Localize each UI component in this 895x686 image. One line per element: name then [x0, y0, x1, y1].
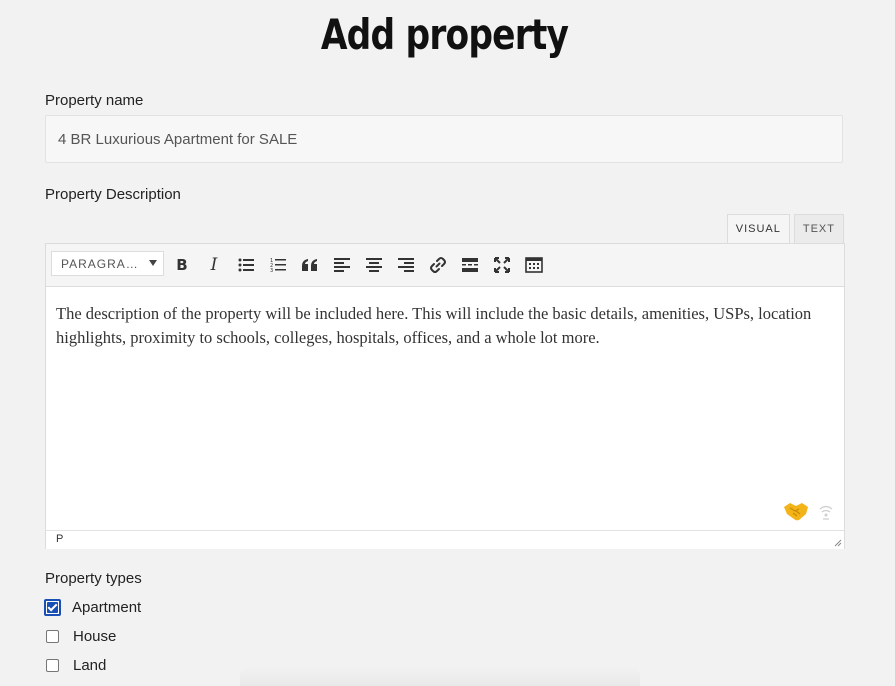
property-type-option[interactable]: House: [45, 626, 116, 646]
land-checkbox[interactable]: [46, 658, 59, 672]
grammar-check-icon[interactable]: [819, 504, 833, 520]
property-type-option[interactable]: Land: [45, 655, 106, 675]
format-select-value: PARAGRA…: [61, 256, 139, 271]
editor-toolbar: PARAGRA… B I 1 2 3: [46, 244, 844, 287]
numbered-list-icon: 1 2 3: [270, 258, 286, 272]
svg-text:3: 3: [270, 268, 273, 272]
resize-handle-icon[interactable]: [834, 539, 842, 547]
element-path[interactable]: P: [56, 533, 63, 545]
chevron-down-icon: [149, 260, 157, 266]
align-left-button[interactable]: [329, 253, 355, 277]
numbered-list-button[interactable]: 1 2 3: [265, 253, 291, 277]
property-name-label: Property name: [45, 92, 144, 109]
toolbar-toggle-icon: [525, 257, 543, 273]
handshake-icon[interactable]: [783, 500, 809, 522]
link-icon: [430, 257, 446, 273]
land-label[interactable]: Land: [73, 657, 106, 674]
link-button[interactable]: [425, 253, 451, 277]
align-right-icon: [398, 258, 414, 272]
bold-icon: B: [176, 256, 188, 274]
fullscreen-button[interactable]: [489, 253, 515, 277]
editor-tabs: VISUAL TEXT: [726, 214, 844, 243]
property-description-label: Property Description: [45, 186, 181, 203]
toolbar-toggle-button[interactable]: [521, 253, 547, 277]
align-center-button[interactable]: [361, 253, 387, 277]
property-types-label: Property types: [45, 570, 142, 587]
fullscreen-icon: [494, 257, 510, 273]
description-text: The description of the property will be …: [56, 304, 812, 347]
format-select[interactable]: PARAGRA…: [51, 251, 164, 276]
tab-visual[interactable]: VISUAL: [726, 214, 790, 243]
apartment-label[interactable]: Apartment: [72, 599, 141, 616]
property-name-input[interactable]: [45, 115, 843, 163]
blockquote-button[interactable]: [297, 253, 323, 277]
bold-button[interactable]: B: [169, 253, 195, 277]
editor-content-area[interactable]: The description of the property will be …: [46, 287, 844, 530]
blockquote-icon: [302, 259, 317, 271]
italic-button[interactable]: I: [201, 253, 227, 277]
italic-icon: I: [210, 255, 218, 275]
read-more-icon: [462, 258, 478, 272]
align-center-icon: [366, 258, 382, 272]
floating-panel-shadow: [240, 666, 640, 686]
tab-text[interactable]: TEXT: [793, 214, 844, 243]
align-left-icon: [334, 258, 350, 272]
align-right-button[interactable]: [393, 253, 419, 277]
read-more-button[interactable]: [457, 253, 483, 277]
description-editor: PARAGRA… B I 1 2 3 The description of th…: [45, 243, 845, 549]
bullet-list-icon: [238, 258, 254, 272]
editor-status-bar: P: [46, 530, 844, 549]
house-label[interactable]: House: [73, 628, 116, 645]
apartment-checkbox[interactable]: [44, 598, 61, 616]
bullet-list-button[interactable]: [233, 253, 259, 277]
house-checkbox[interactable]: [46, 629, 59, 643]
property-type-option[interactable]: Apartment: [44, 597, 141, 617]
page-title: Add property: [320, 10, 569, 59]
